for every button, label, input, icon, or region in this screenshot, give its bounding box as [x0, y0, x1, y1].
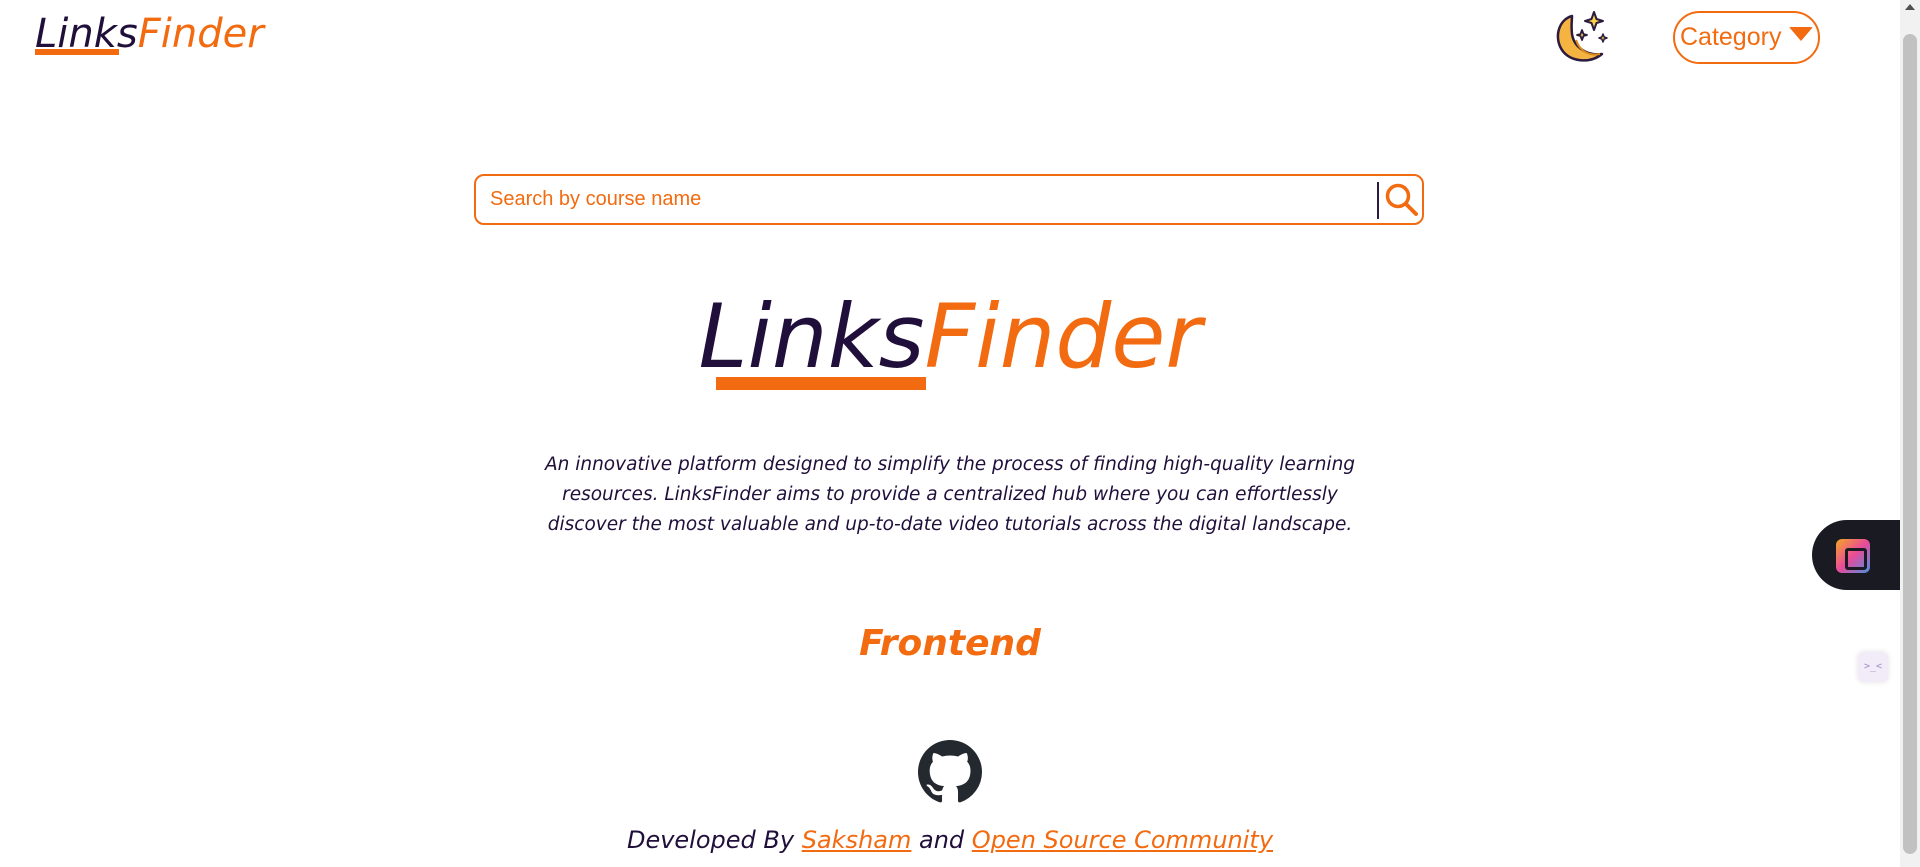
caret-down-icon	[1789, 26, 1814, 41]
search-input[interactable]	[490, 176, 1350, 223]
search-divider	[1377, 182, 1379, 219]
author-link[interactable]: Saksham	[802, 826, 912, 854]
community-link[interactable]: Open Source Community	[972, 826, 1273, 854]
hero-logo: LinksFinder	[0, 285, 1900, 389]
hero-underline	[716, 377, 926, 390]
hero-text-links: Links	[698, 285, 925, 388]
logo-underline	[35, 49, 119, 55]
mini-extension-button[interactable]: >_<	[1858, 652, 1888, 682]
extension-logo-icon	[1836, 539, 1870, 573]
section-title-frontend: Frontend	[859, 623, 1041, 664]
moon-stars-icon	[1556, 11, 1608, 62]
search-button[interactable]	[1381, 179, 1423, 221]
footer-prefix: Developed By	[626, 826, 795, 854]
search-bar	[474, 174, 1424, 225]
logo-text-finder: Finder	[137, 11, 264, 57]
footer-credits: Developed By Saksham and Open Source Com…	[0, 826, 1900, 854]
scrollbar-thumb[interactable]	[1903, 34, 1917, 854]
github-link[interactable]	[918, 740, 982, 804]
search-icon	[1385, 183, 1418, 216]
category-dropdown-button[interactable]: Category	[1673, 11, 1820, 64]
github-icon	[918, 740, 982, 803]
theme-toggle-button[interactable]	[1550, 10, 1612, 68]
hero-text-finder: Finder	[924, 285, 1202, 388]
footer-conjunction: and	[919, 826, 965, 854]
scroll-up-arrow-icon[interactable]	[1905, 4, 1915, 10]
page-scrollbar[interactable]	[1900, 0, 1920, 867]
site-description: An innovative platform designed to simpl…	[544, 454, 1356, 535]
category-label: Category	[1680, 23, 1782, 51]
floating-extension-button[interactable]	[1812, 520, 1900, 590]
